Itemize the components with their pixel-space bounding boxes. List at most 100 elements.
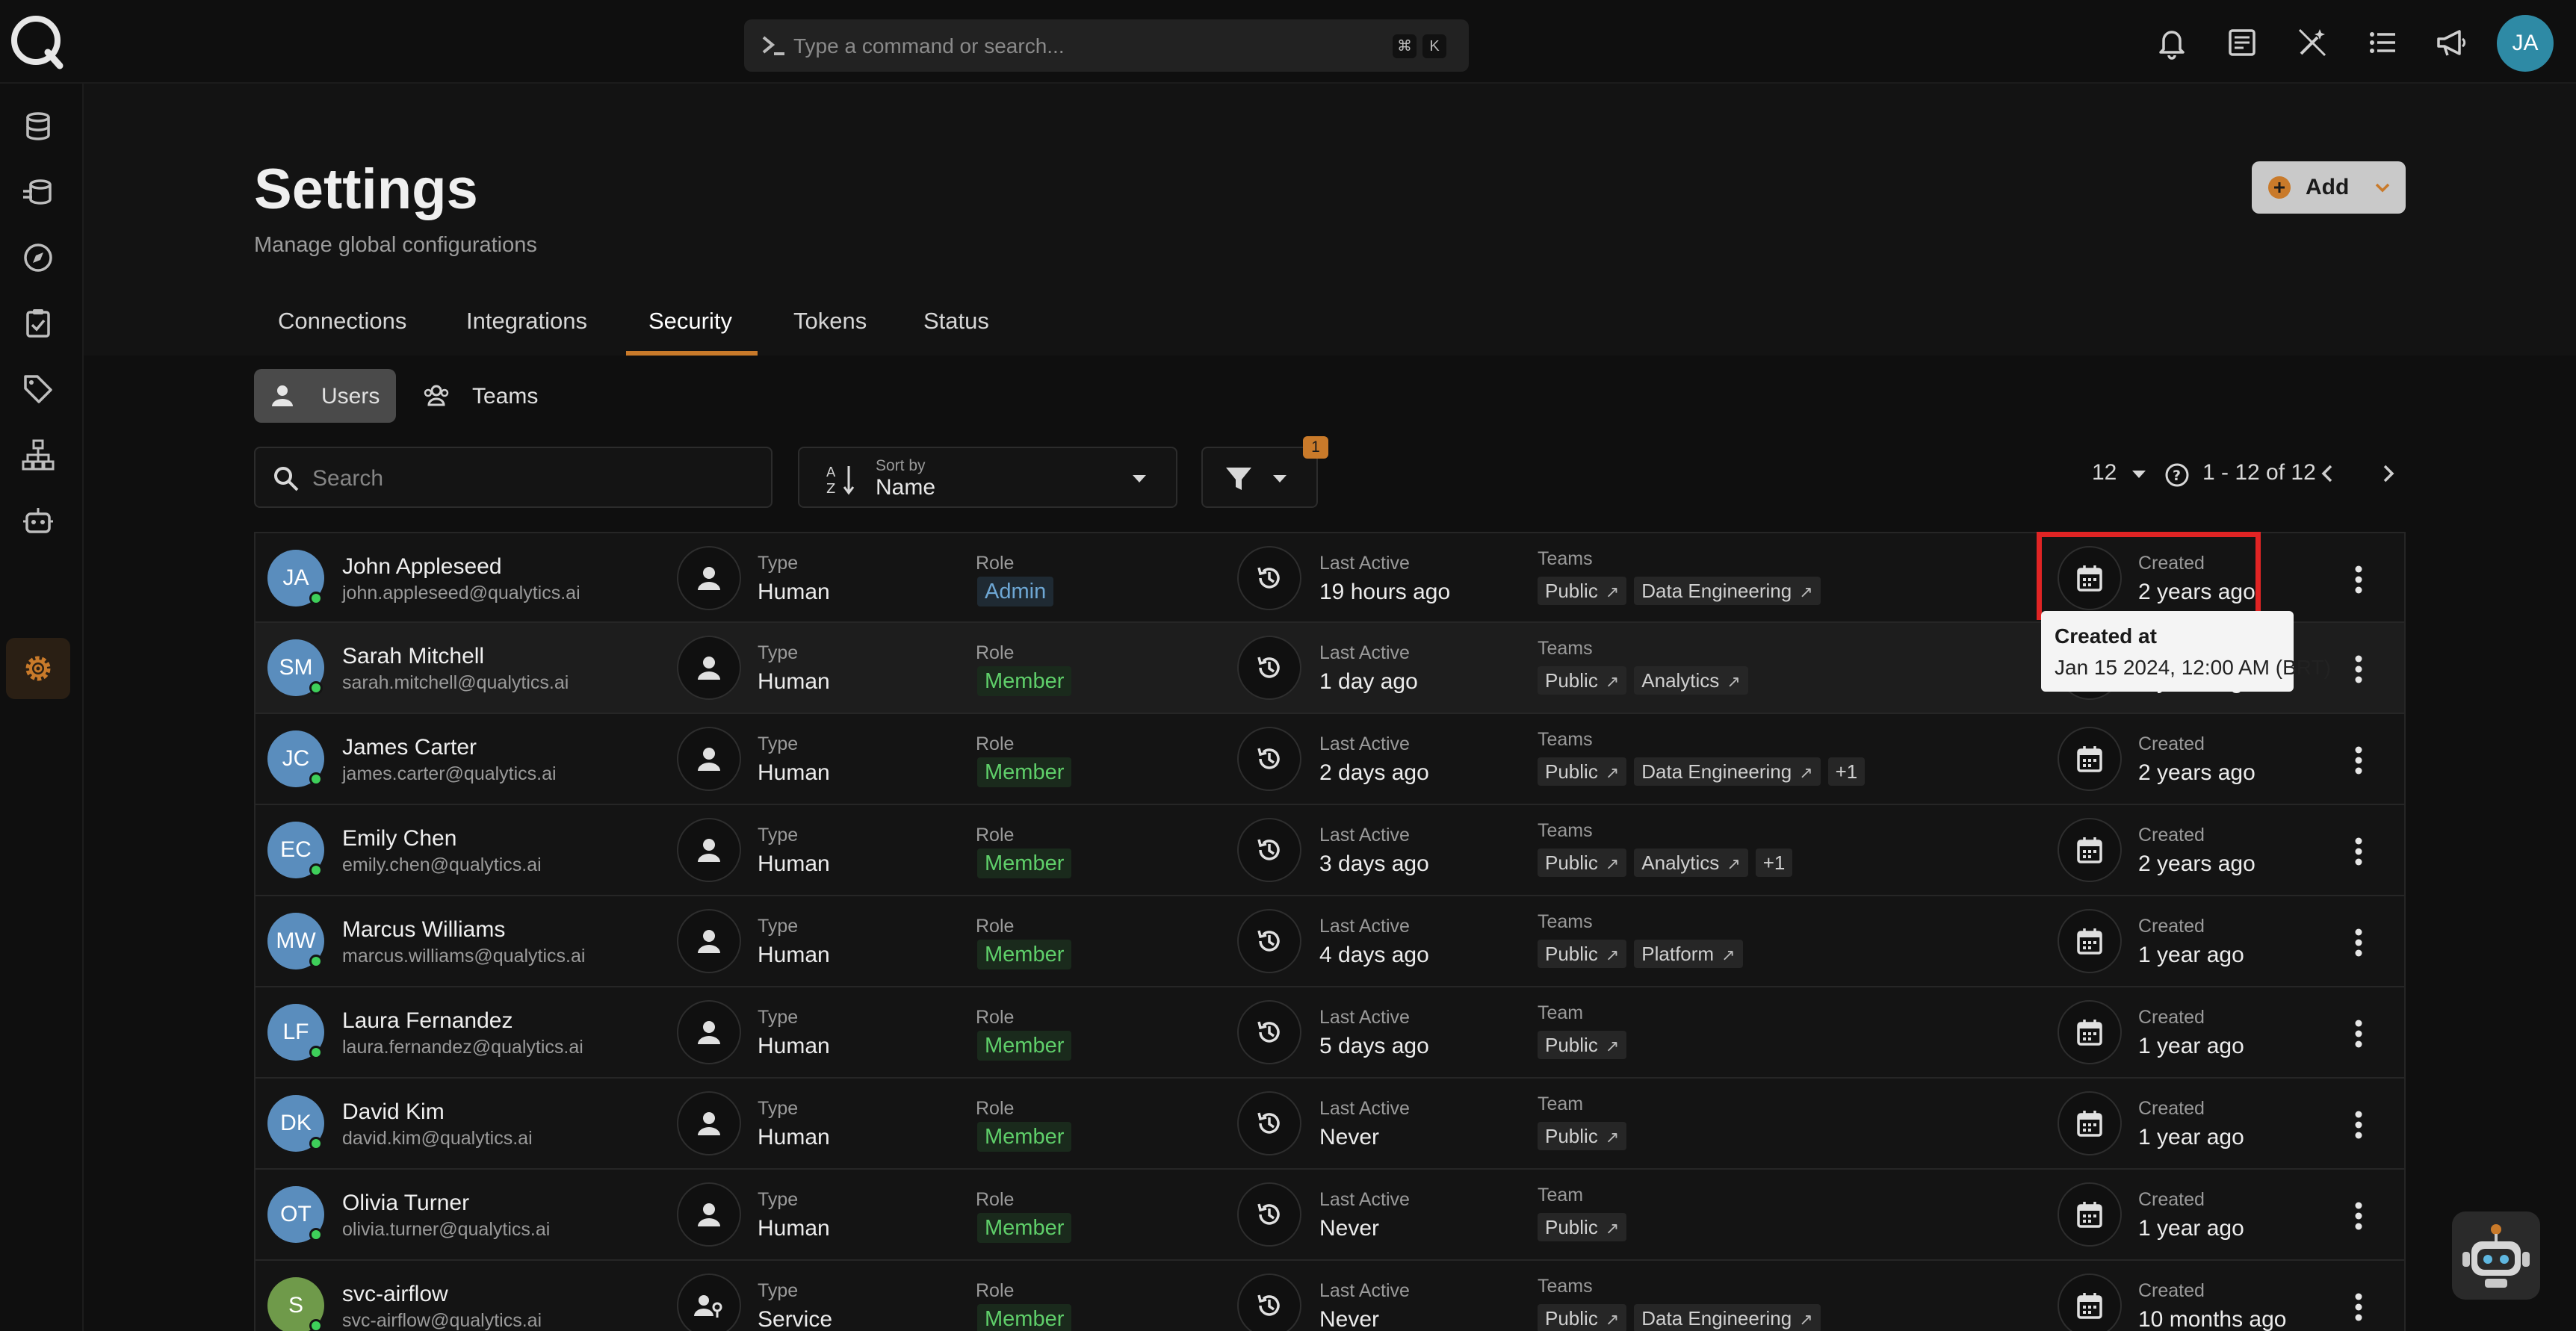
more-teams-chip[interactable]: +1 (1827, 757, 1866, 786)
teams-toggle[interactable]: Teams (408, 369, 557, 423)
users-toggle[interactable]: Users (254, 369, 396, 423)
team-chip[interactable]: Public ↗ (1538, 848, 1627, 877)
created-icon-circle[interactable] (2058, 1182, 2122, 1247)
filter-button[interactable] (1201, 447, 1318, 508)
created-icon-circle[interactable] (2058, 1091, 2122, 1155)
team-chip[interactable]: Public ↗ (1538, 1304, 1627, 1331)
service-account-icon (694, 1295, 722, 1318)
tooltip-title: Created at (2055, 624, 2157, 648)
external-link-icon: ↗ (1727, 854, 1741, 873)
team-chip[interactable]: Analytics ↗ (1634, 666, 1748, 695)
caret-down-icon (1133, 475, 1146, 483)
more-vertical-icon[interactable] (2353, 1110, 2364, 1140)
last-active-icon-circle (1237, 1182, 1301, 1247)
team-chip-label: Public (1545, 760, 1598, 783)
command-search-placeholder: Type a command or search... (793, 34, 1065, 58)
team-chip[interactable]: Public ↗ (1538, 940, 1627, 968)
type-label: Type (758, 642, 799, 663)
table-row[interactable]: DK David Kim david.kim@qualytics.ai Type Hum… (254, 1079, 2406, 1170)
created-icon-circle[interactable] (2058, 727, 2122, 791)
last-active-label: Last Active (1319, 1007, 1410, 1028)
more-vertical-icon[interactable] (2353, 745, 2364, 775)
user-type: Human (758, 1216, 830, 1241)
bell-icon[interactable] (2155, 25, 2189, 60)
command-search-bar[interactable]: Type a command or search... ⌘ K (744, 19, 1469, 72)
last-active-value: Never (1319, 1216, 1380, 1241)
team-chip[interactable]: Public ↗ (1538, 577, 1627, 605)
teams-label: Teams (1538, 548, 1593, 569)
add-button[interactable]: Add (2252, 161, 2406, 214)
assistant-bot-button[interactable] (2452, 1211, 2540, 1300)
type-label: Type (758, 825, 799, 846)
app-logo-icon[interactable] (7, 12, 67, 72)
tab-integrations[interactable]: Integrations (466, 308, 587, 335)
team-chip[interactable]: Data Engineering ↗ (1634, 1304, 1821, 1331)
tab-connections[interactable]: Connections (278, 308, 406, 335)
search-input[interactable]: Search (254, 447, 773, 508)
team-chip[interactable]: Public ↗ (1538, 666, 1627, 695)
caret-down-icon (1273, 475, 1287, 483)
user-avatar[interactable]: JA (2497, 15, 2554, 72)
database-icon[interactable] (21, 109, 55, 143)
person-icon (698, 748, 720, 771)
more-vertical-icon[interactable] (2353, 1201, 2364, 1231)
last-active-icon-circle (1237, 909, 1301, 973)
table-row[interactable]: LF Laura Fernandez laura.fernandez@qualyti… (254, 987, 2406, 1079)
more-teams-chip[interactable]: +1 (1755, 848, 1793, 877)
team-chip-label: Data Engineering (1641, 1307, 1792, 1330)
tab-tokens[interactable]: Tokens (793, 308, 867, 335)
datastore-stack-icon[interactable] (21, 175, 55, 209)
gear-icon[interactable] (21, 651, 55, 686)
clipboard-check-icon[interactable] (21, 306, 55, 341)
last-active-value: 5 days ago (1319, 1034, 1429, 1058)
chevron-left-icon[interactable] (2315, 460, 2341, 487)
team-chip-label: Analytics (1641, 851, 1720, 874)
created-icon-circle[interactable] (2058, 1273, 2122, 1331)
robot-icon[interactable] (21, 503, 55, 538)
created-label: Created (2138, 1007, 2205, 1028)
team-chip[interactable]: Public ↗ (1538, 1122, 1627, 1150)
notes-icon[interactable] (2225, 25, 2259, 60)
tab-security[interactable]: Security (648, 308, 732, 335)
compass-icon[interactable] (21, 241, 55, 275)
caret-down-icon[interactable] (2131, 468, 2147, 481)
teams-label: Teams (1538, 638, 1593, 659)
magic-wand-off-icon[interactable] (2295, 25, 2329, 60)
role-label: Role (976, 553, 1015, 574)
more-vertical-icon[interactable] (2353, 928, 2364, 958)
user-type: Human (758, 943, 830, 967)
table-row[interactable]: MW Marcus Williams marcus.williams@qualyti… (254, 896, 2406, 987)
tag-icon[interactable] (21, 372, 55, 406)
page-size-select[interactable]: 12 (2092, 460, 2117, 485)
created-icon-circle[interactable] (2058, 1000, 2122, 1064)
list-icon[interactable] (2365, 25, 2400, 60)
megaphone-icon[interactable] (2434, 25, 2468, 60)
table-row[interactable]: OT Olivia Turner olivia.turner@qualytics.a… (254, 1170, 2406, 1261)
team-chip[interactable]: Public ↗ (1538, 1213, 1627, 1241)
calendar-icon (2077, 1202, 2102, 1228)
table-row[interactable]: EC Emily Chen emily.chen@qualytics.ai Type H… (254, 805, 2406, 896)
more-vertical-icon[interactable] (2353, 837, 2364, 866)
table-row[interactable]: JC James Carter james.carter@qualytics.ai T… (254, 714, 2406, 805)
created-icon-circle[interactable] (2058, 909, 2122, 973)
created-icon-circle[interactable] (2058, 818, 2122, 882)
tab-status[interactable]: Status (923, 308, 989, 335)
user-name: Marcus Williams (342, 917, 506, 942)
sort-select[interactable]: A Z Sort by Name (798, 447, 1177, 508)
more-vertical-icon[interactable] (2353, 565, 2364, 595)
more-vertical-icon[interactable] (2353, 654, 2364, 684)
team-chip[interactable]: Analytics ↗ (1634, 848, 1748, 877)
user-name: David Kim (342, 1099, 445, 1124)
more-vertical-icon[interactable] (2353, 1292, 2364, 1322)
help-circle-icon[interactable]: ? (2164, 462, 2190, 488)
chevron-right-icon[interactable] (2374, 460, 2401, 487)
table-row[interactable]: Ssvc-airflow svc-airflow@qualytics.ai Type… (254, 1261, 2406, 1331)
hierarchy-icon[interactable] (21, 438, 55, 472)
type-icon-circle (677, 727, 741, 791)
team-chip[interactable]: Data Engineering ↗ (1634, 757, 1821, 786)
more-vertical-icon[interactable] (2353, 1019, 2364, 1049)
team-chip[interactable]: Public ↗ (1538, 1031, 1627, 1059)
team-chip[interactable]: Data Engineering ↗ (1634, 577, 1821, 605)
team-chip[interactable]: Platform ↗ (1634, 940, 1743, 968)
team-chip[interactable]: Public ↗ (1538, 757, 1627, 786)
